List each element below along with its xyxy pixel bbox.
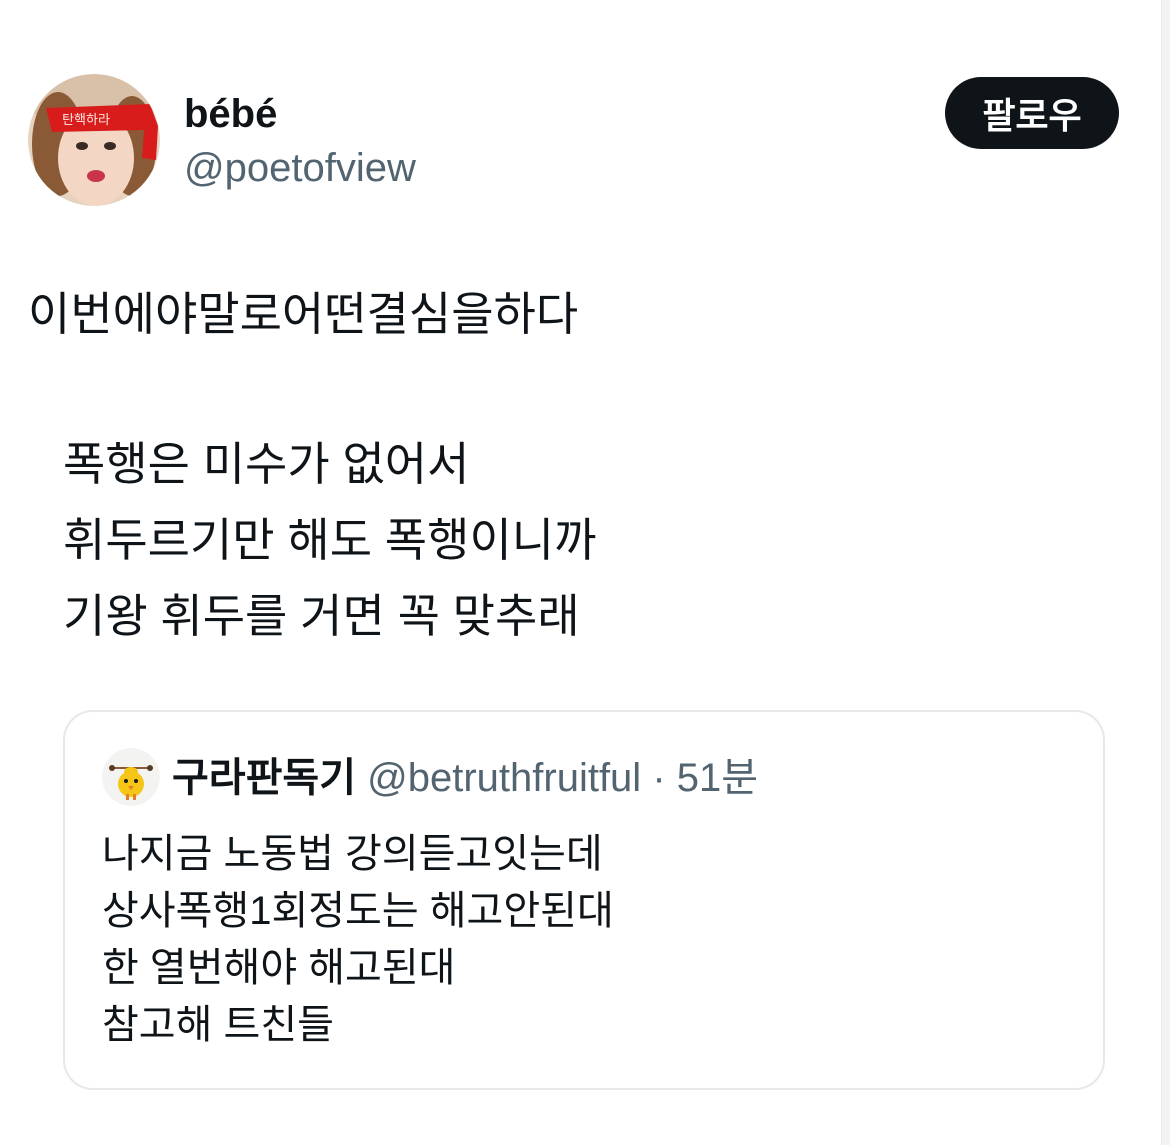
tweet-text-lead: 이번에야말로어떤결심을하다 xyxy=(28,288,579,340)
quoted-author-name[interactable]: 구라판독기 xyxy=(172,756,356,800)
tweet-line: 휘두르기만 해도 폭행이니까 xyxy=(63,514,597,566)
quoted-author-handle[interactable]: @betruthfruitful xyxy=(367,756,641,800)
scrollbar-track xyxy=(1161,0,1170,1145)
yellow-chick-icon xyxy=(102,748,160,806)
quoted-tweet-line: 한 열번해야 해고된대 xyxy=(102,946,456,990)
separator-dot: · xyxy=(652,756,666,800)
quoted-tweet-line: 참고해 트친들 xyxy=(102,1003,334,1047)
tweet-text-body: 폭행은 미수가 없어서 휘두르기만 해도 폭행이니까 기왕 휘두를 거면 꼭 맞… xyxy=(63,426,596,654)
tweet-line: 폭행은 미수가 없어서 xyxy=(63,438,470,490)
profile-photo-icon: 탄핵하라 xyxy=(28,74,160,206)
quoted-tweet-text: 나지금 노동법 강의듣고잇는데 상사폭행1회정도는 해고안된대 한 열번해야 해… xyxy=(102,826,614,1054)
follow-button[interactable]: 팔로우 xyxy=(945,77,1119,149)
quoted-tweet-time[interactable]: 51분 xyxy=(677,756,758,800)
tweet-line: 기왕 휘두를 거면 꼭 맞추래 xyxy=(63,590,580,642)
author-avatar[interactable]: 탄핵하라 xyxy=(28,74,160,206)
quoted-tweet-line: 상사폭행1회정도는 해고안된대 xyxy=(102,889,614,933)
quoted-tweet-line: 나지금 노동법 강의듣고잇는데 xyxy=(102,832,603,876)
author-handle[interactable]: @poetofview xyxy=(184,144,416,192)
headband-text: 탄핵하라 xyxy=(62,113,110,128)
author-display-name[interactable]: bébé xyxy=(184,90,277,138)
quoted-tweet-header: 구라판독기 @betruthfruitful · 51분 xyxy=(172,754,758,802)
quoted-author-avatar[interactable] xyxy=(102,748,160,806)
